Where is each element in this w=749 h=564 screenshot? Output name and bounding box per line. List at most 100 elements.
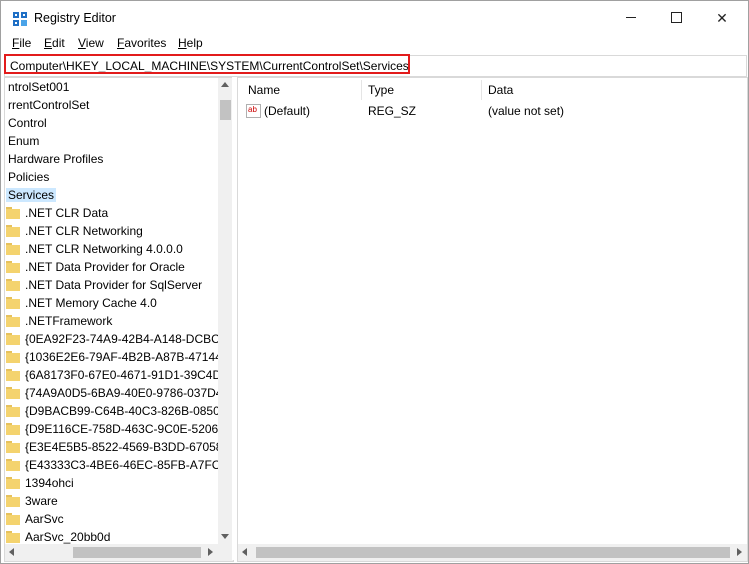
tree-item[interactable]: .NET CLR Networking 4.0.0.0 [5,240,218,258]
menu-help[interactable]: Help [178,36,203,50]
scroll-left-arrow-icon[interactable] [9,548,14,556]
tree-item[interactable]: Hardware Profiles [8,150,103,168]
column-separator[interactable] [481,80,482,100]
tree-item-label: .NET CLR Networking 4.0.0.0 [25,242,183,256]
address-highlight-box [4,54,410,74]
value-data[interactable]: (value not set) [488,102,564,120]
close-button[interactable]: ✕ [699,1,745,35]
column-header-data[interactable]: Data [488,78,513,102]
column-separator[interactable] [361,80,362,100]
folder-icon [6,531,20,543]
menu-file[interactable]: File [12,36,31,50]
registry-editor-window: Registry Editor ✕ File Edit View Favorit… [0,0,749,564]
tree-item[interactable]: AarSvc [5,510,218,528]
tree-item[interactable]: .NET Data Provider for Oracle [5,258,218,276]
tree-item-label: AarSvc [25,512,64,526]
tree-horizontal-scrollbar[interactable] [5,544,218,561]
tree-item[interactable]: {0EA92F23-74A9-42B4-A148-DCBCC [5,330,228,348]
tree-item-label: .NET Data Provider for Oracle [25,260,185,274]
tree-item-label: Hardware Profiles [8,152,104,166]
tree-item[interactable]: {74A9A0D5-6BA9-40E0-9786-037D43 [5,384,229,402]
scroll-down-arrow-icon[interactable] [221,534,229,539]
menu-edit[interactable]: Edit [44,36,65,50]
tree-item-label: {74A9A0D5-6BA9-40E0-9786-037D43 [25,386,230,400]
tree-item-label: ntrolSet001 [8,80,70,94]
tree-item[interactable]: {E43333C3-4BE6-46EC-85FB-A7FC6D [5,456,233,474]
tree-item[interactable]: {D9E116CE-758D-463C-9C0E-5206F0 [5,420,232,438]
menu-bar: File Edit View Favorites Help [1,35,748,53]
folder-icon [6,459,20,471]
tree-item[interactable]: {D9BACB99-C64B-40C3-826B-08506F [5,402,233,420]
tree-item[interactable]: Policies [8,168,49,186]
minimize-button[interactable] [608,1,654,35]
tree-item[interactable]: Control [8,114,47,132]
tree-item-label: Enum [8,134,40,148]
tree-item-label: rrentControlSet [8,98,90,112]
column-header-name[interactable]: Name [248,78,280,102]
tree-item-label: {D9BACB99-C64B-40C3-826B-08506F [25,404,234,418]
maximize-button[interactable] [653,1,699,35]
close-icon: ✕ [716,10,728,26]
value-name[interactable]: (Default) [264,102,310,120]
tree-item-label: Policies [8,170,50,184]
tree-item-label: {E3E4E5B5-8522-4569-B3DD-6705837 [25,440,234,454]
tree-item-label: {E43333C3-4BE6-46EC-85FB-A7FC6D [25,458,234,472]
tree-item[interactable]: {6A8173F0-67E0-4671-91D1-39C4D3A [5,366,233,384]
tree-item[interactable]: {E3E4E5B5-8522-4569-B3DD-6705837 [5,438,233,456]
menu-view[interactable]: View [78,36,104,50]
folder-icon [6,405,20,417]
tree-vertical-scrollbar[interactable] [218,78,233,544]
scroll-right-arrow-icon[interactable] [737,548,742,556]
tree-item[interactable]: .NET CLR Networking [5,222,218,240]
tree-item-selected[interactable]: Services [6,186,57,204]
value-type[interactable]: REG_SZ [368,102,416,120]
tree-item-label: Services [6,188,57,202]
tree-item[interactable]: ntrolSet001 [8,78,69,96]
window-title: Registry Editor [34,11,116,25]
tree-item[interactable]: {1036E2E6-79AF-4B2B-A87B-471449D [5,348,233,366]
tree-item-label: {D9E116CE-758D-463C-9C0E-5206F0 [25,422,233,436]
tree-item-label: 1394ohci [25,476,74,490]
folder-icon [6,261,20,273]
folder-icon [6,441,20,453]
folder-icon [6,333,20,345]
tree-item-label: 3ware [25,494,58,508]
tree-vscroll-thumb[interactable] [220,100,231,120]
registry-editor-app-icon [13,12,27,26]
key-tree-pane[interactable]: ntrolSet001 rrentControlSet Control Enum Har… [4,77,234,562]
tree-item[interactable]: .NETFramework [5,312,218,330]
tree-item-label: .NET CLR Networking [25,224,143,238]
list-horizontal-scrollbar[interactable] [238,544,747,561]
scroll-left-arrow-icon[interactable] [242,548,247,556]
tree-item[interactable]: Enum [8,132,39,150]
column-header-type[interactable]: Type [368,78,394,102]
tree-item[interactable]: 1394ohci [5,474,218,492]
folder-icon [6,387,20,399]
folder-icon [6,495,20,507]
tree-item[interactable]: 3ware [5,492,218,510]
tree-item[interactable]: .NET Memory Cache 4.0 [5,294,218,312]
list-hscroll-thumb[interactable] [256,547,730,558]
title-bar[interactable]: Registry Editor ✕ [1,1,748,35]
tree-item-label: {6A8173F0-67E0-4671-91D1-39C4D3A [25,368,234,382]
folder-icon [6,351,20,363]
values-list-pane[interactable]: Name Type Data ab (Default) REG_SZ (valu… [237,77,748,562]
tree-item-label: .NET Memory Cache 4.0 [25,296,157,310]
tree-item-label: {1036E2E6-79AF-4B2B-A87B-471449D [25,350,234,364]
folder-icon [6,297,20,309]
tree-hscroll-thumb[interactable] [73,547,201,558]
tree-item-label: .NET CLR Data [25,206,109,220]
tree-item[interactable]: .NET Data Provider for SqlServer [5,276,218,294]
scroll-right-arrow-icon[interactable] [208,548,213,556]
tree-item-label: {0EA92F23-74A9-42B4-A148-DCBCC [25,332,229,346]
tree-item[interactable]: rrentControlSet [8,96,89,114]
menu-favorites[interactable]: Favorites [117,36,166,50]
folder-icon [6,207,20,219]
folder-icon [6,315,20,327]
tree-item-label: .NET Data Provider for SqlServer [25,278,203,292]
folder-icon [6,477,20,489]
tree-item[interactable]: .NET CLR Data [5,204,218,222]
folder-icon [6,243,20,255]
scroll-up-arrow-icon[interactable] [221,82,229,87]
tree-item-label: Control [8,116,47,130]
